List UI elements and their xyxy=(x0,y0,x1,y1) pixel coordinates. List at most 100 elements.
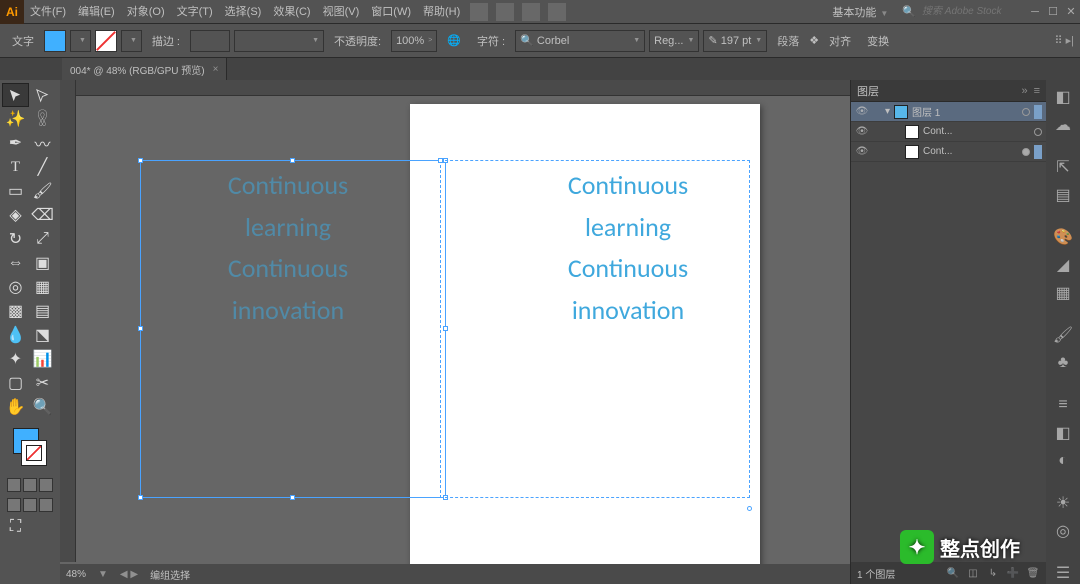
target-icon[interactable] xyxy=(1034,128,1042,136)
swatches-panel-icon[interactable]: ▦ xyxy=(1052,282,1074,304)
new-layer-icon[interactable]: ➕ xyxy=(1006,568,1020,579)
globe-icon[interactable]: 🌐 xyxy=(447,34,461,47)
handle-icon[interactable] xyxy=(138,326,143,331)
rotate-handle-icon[interactable] xyxy=(747,506,752,511)
artboard-tool[interactable]: ▢ xyxy=(3,372,28,394)
layer-name[interactable]: Cont... xyxy=(923,126,1030,137)
font-size-input[interactable]: ✎ 197 pt▼ xyxy=(703,30,767,52)
menu-window[interactable]: 窗口(W) xyxy=(365,0,417,24)
paragraph-options-icon[interactable]: ❖ xyxy=(809,34,819,47)
free-transform-tool[interactable]: ▣ xyxy=(30,252,55,274)
new-sublayer-icon[interactable]: ↳ xyxy=(986,568,1000,579)
arrange-icon[interactable] xyxy=(522,3,540,21)
workspace-switcher[interactable]: 基本功能▼ xyxy=(824,4,896,20)
menu-view[interactable]: 视图(V) xyxy=(317,0,366,24)
perspective-tool[interactable]: ▦ xyxy=(30,276,55,298)
window-maximize-icon[interactable]: ☐ xyxy=(1044,3,1062,21)
layers-panel-header[interactable]: 图层 »≡ xyxy=(851,80,1046,102)
target-icon[interactable] xyxy=(1022,108,1030,116)
bridge-icon[interactable] xyxy=(470,3,488,21)
color-panel-icon[interactable]: 🎨 xyxy=(1052,226,1074,248)
layer-row[interactable]: 👁 Cont... xyxy=(851,142,1046,162)
menu-file[interactable]: 文件(F) xyxy=(24,0,72,24)
ruler-vertical[interactable] xyxy=(60,80,76,562)
color-guide-panel-icon[interactable]: ◢ xyxy=(1052,254,1074,276)
selection-box-1[interactable] xyxy=(140,160,446,498)
clip-mask-icon[interactable]: ◫ xyxy=(966,568,980,579)
handle-icon[interactable] xyxy=(290,158,295,163)
more-options-icon[interactable]: ⠿ ▸| xyxy=(1055,34,1075,47)
export-panel-icon[interactable]: ⇱ xyxy=(1052,156,1074,178)
panel-menu-icon[interactable]: ≡ xyxy=(1034,85,1040,97)
stroke-swatch[interactable] xyxy=(95,30,117,52)
fill-stroke-swatch[interactable] xyxy=(13,428,47,466)
rectangle-tool[interactable]: ▭ xyxy=(3,180,28,202)
draw-inside-icon[interactable] xyxy=(39,498,53,512)
handle-icon[interactable] xyxy=(138,495,143,500)
font-family-select[interactable]: 🔍 Corbel▼ xyxy=(515,30,645,52)
transform-link[interactable]: 变换 xyxy=(867,33,889,49)
graph-tool[interactable]: 📊 xyxy=(30,348,55,370)
eraser-tool[interactable]: ⌫ xyxy=(30,204,55,226)
selection-box-2[interactable] xyxy=(440,160,750,498)
visibility-toggle-icon[interactable]: 👁 xyxy=(855,126,869,137)
menu-object[interactable]: 对象(O) xyxy=(121,0,171,24)
handle-icon[interactable] xyxy=(438,158,443,163)
menu-help[interactable]: 帮助(H) xyxy=(417,0,466,24)
search-stock[interactable]: 🔍 xyxy=(896,5,1026,18)
magic-wand-tool[interactable]: ✨ xyxy=(3,108,28,130)
layer-row[interactable]: 👁 ▾ 图层 1 xyxy=(851,102,1046,122)
none-mode-icon[interactable] xyxy=(39,478,53,492)
locate-icon[interactable]: 🔍 xyxy=(946,568,960,579)
document-tab[interactable]: 004* @ 48% (RGB/GPU 预览) × xyxy=(62,58,227,80)
graphic-styles-panel-icon[interactable]: ◎ xyxy=(1052,520,1074,542)
brushes-panel-icon[interactable]: 🖌 xyxy=(1052,324,1074,346)
window-minimize-icon[interactable]: ─ xyxy=(1026,3,1044,21)
paragraph-link[interactable]: 段落 xyxy=(777,33,799,49)
hand-tool[interactable]: ✋ xyxy=(3,396,28,418)
search-stock-input[interactable] xyxy=(920,5,1020,18)
eyedropper-tool[interactable]: 💧 xyxy=(3,324,28,346)
draw-behind-icon[interactable] xyxy=(23,498,37,512)
align-link[interactable]: 对齐 xyxy=(829,33,851,49)
handle-icon[interactable] xyxy=(290,495,295,500)
canvas[interactable]: Continuous learning Continuous innovatio… xyxy=(60,80,850,584)
stock-icon[interactable] xyxy=(496,3,514,21)
selection-tool[interactable] xyxy=(3,84,28,106)
zoom-level[interactable]: 48% xyxy=(66,569,86,580)
font-style-select[interactable]: Reg...▼ xyxy=(649,30,699,52)
paintbrush-tool[interactable]: 🖌 xyxy=(30,180,55,202)
libraries-panel-icon[interactable]: ☁ xyxy=(1052,114,1074,136)
layer-name[interactable]: Cont... xyxy=(923,146,1018,157)
asset-panel-icon[interactable]: ▤ xyxy=(1052,184,1074,206)
handle-icon[interactable] xyxy=(138,158,143,163)
menu-effect[interactable]: 效果(C) xyxy=(267,0,316,24)
target-icon[interactable] xyxy=(1022,148,1030,156)
gradient-tool[interactable]: ▤ xyxy=(30,300,55,322)
panel-collapse-icon[interactable]: » xyxy=(1021,85,1027,97)
screen-mode-tool[interactable]: ⛶ xyxy=(3,516,28,538)
curvature-tool[interactable]: 〰 xyxy=(30,132,55,154)
rotate-tool[interactable]: ↻ xyxy=(3,228,28,250)
stroke-panel-icon[interactable]: ≡ xyxy=(1052,394,1074,416)
fill-swatch[interactable] xyxy=(44,30,66,52)
doc-tab-close-icon[interactable]: × xyxy=(213,64,219,75)
symbol-sprayer-tool[interactable]: ✦ xyxy=(3,348,28,370)
appearance-panel-icon[interactable]: ☀ xyxy=(1052,492,1074,514)
gradient-panel-icon[interactable]: ◧ xyxy=(1052,422,1074,444)
properties-panel-icon[interactable]: ◧ xyxy=(1052,86,1074,108)
stroke-dropdown[interactable]: ▼ xyxy=(121,30,142,52)
expand-toggle-icon[interactable]: ▾ xyxy=(885,106,890,117)
shape-builder-tool[interactable]: ◎ xyxy=(3,276,28,298)
gpu-icon[interactable] xyxy=(548,3,566,21)
shaper-tool[interactable]: ◈ xyxy=(3,204,28,226)
transparency-panel-icon[interactable]: ◐ xyxy=(1052,450,1074,472)
pen-tool[interactable]: ✒ xyxy=(3,132,28,154)
mesh-tool[interactable]: ▩ xyxy=(3,300,28,322)
menu-select[interactable]: 选择(S) xyxy=(219,0,268,24)
blend-tool[interactable]: ⬔ xyxy=(30,324,55,346)
symbols-panel-icon[interactable]: ♣ xyxy=(1052,352,1074,374)
layer-row[interactable]: 👁 Cont... xyxy=(851,122,1046,142)
width-tool[interactable]: ⇔ xyxy=(3,252,28,274)
fill-dropdown[interactable]: ▼ xyxy=(70,30,91,52)
